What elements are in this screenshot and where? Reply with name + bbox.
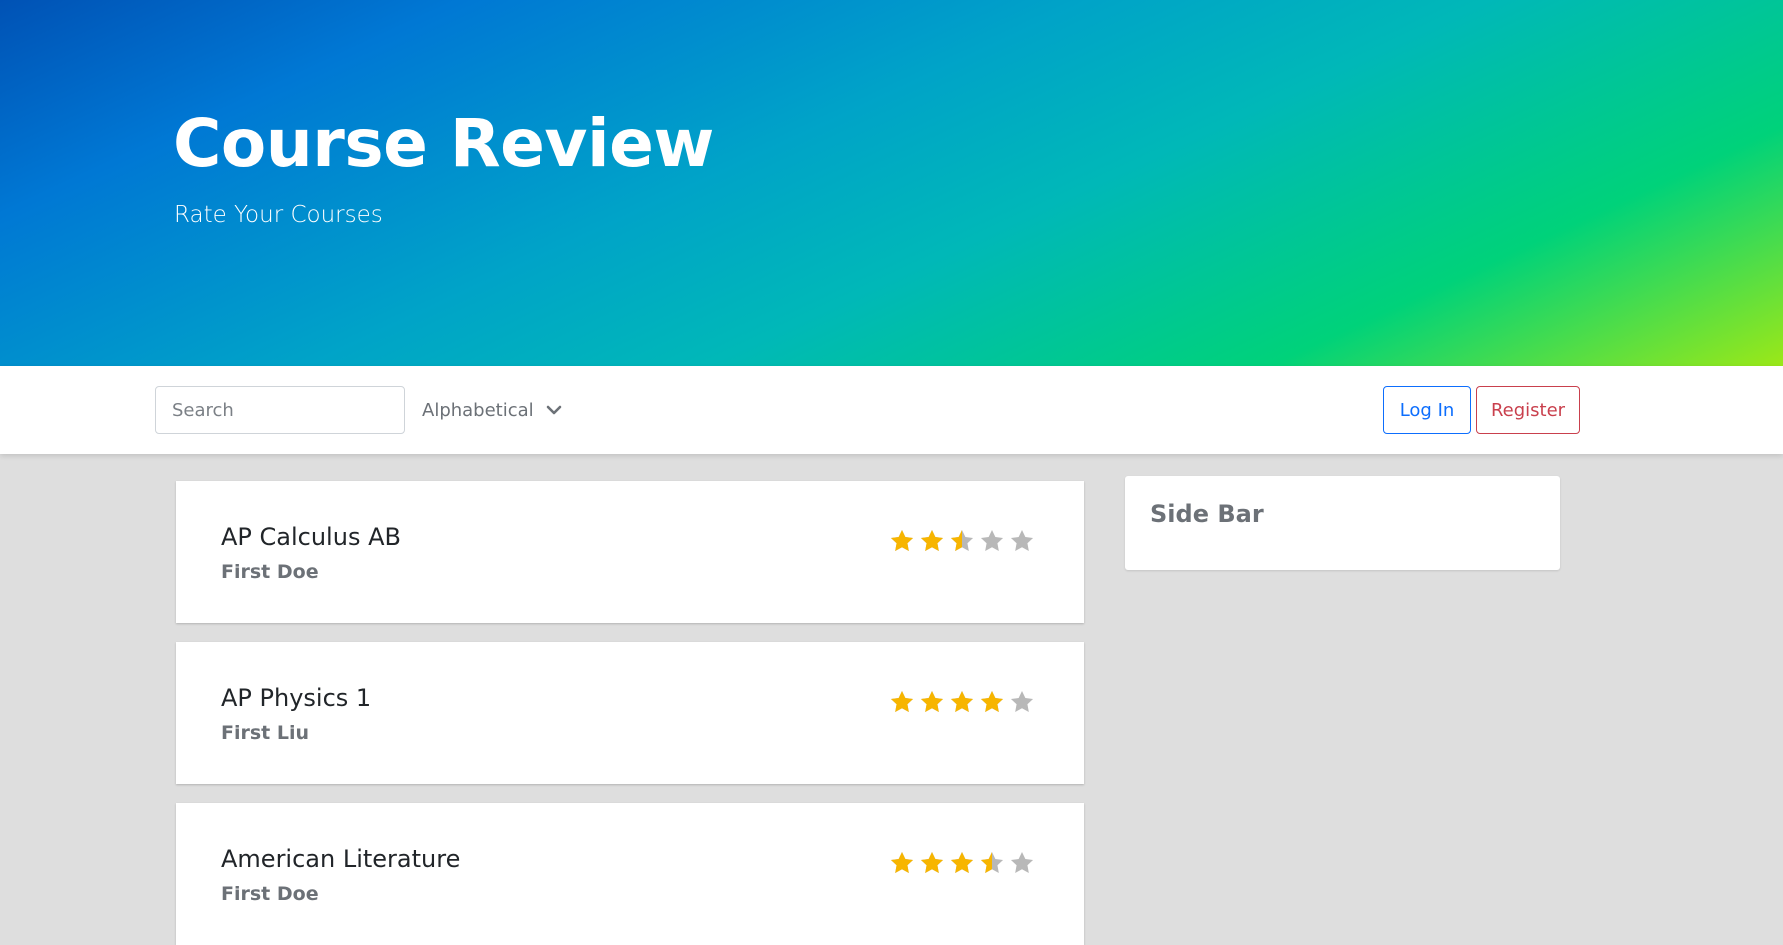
- sort-dropdown[interactable]: Alphabetical: [422, 386, 564, 434]
- course-teacher: First Liu: [221, 722, 310, 744]
- chevron-down-icon: [544, 400, 564, 420]
- star-icon: [1009, 850, 1035, 876]
- star-icon: [889, 528, 915, 554]
- star-rating: [889, 689, 1039, 719]
- star-icon: [949, 850, 975, 876]
- course-name: AP Calculus AB: [221, 523, 401, 551]
- register-button[interactable]: Register: [1476, 386, 1580, 434]
- sort-dropdown-label: Alphabetical: [422, 399, 534, 421]
- star-icon: [889, 689, 915, 715]
- star-icon: [1009, 689, 1035, 715]
- star-icon: [979, 850, 1005, 876]
- page-title: Course Review: [173, 105, 714, 182]
- sidebar-title: Side Bar: [1150, 500, 1264, 528]
- course-teacher: First Doe: [221, 561, 319, 583]
- star-icon: [889, 850, 915, 876]
- star-rating: [889, 850, 1039, 880]
- hero-banner: Course Review Rate Your Courses: [0, 0, 1783, 366]
- course-teacher: First Doe: [221, 883, 319, 905]
- course-card[interactable]: American Literature First Doe: [176, 803, 1084, 945]
- star-icon: [949, 689, 975, 715]
- course-card[interactable]: AP Calculus AB First Doe: [176, 481, 1084, 623]
- search-input[interactable]: [155, 386, 405, 434]
- toolbar: Alphabetical Log In Register: [0, 366, 1783, 454]
- course-card[interactable]: AP Physics 1 First Liu: [176, 642, 1084, 784]
- star-icon: [979, 689, 1005, 715]
- star-icon: [919, 528, 945, 554]
- star-icon: [919, 850, 945, 876]
- star-rating: [889, 528, 1039, 558]
- star-icon: [1009, 528, 1035, 554]
- login-button[interactable]: Log In: [1383, 386, 1471, 434]
- page-subtitle: Rate Your Courses: [174, 202, 383, 228]
- star-icon: [919, 689, 945, 715]
- star-icon: [949, 528, 975, 554]
- course-name: AP Physics 1: [221, 684, 372, 712]
- sidebar: Side Bar: [1125, 476, 1560, 570]
- course-name: American Literature: [221, 845, 461, 873]
- star-icon: [979, 528, 1005, 554]
